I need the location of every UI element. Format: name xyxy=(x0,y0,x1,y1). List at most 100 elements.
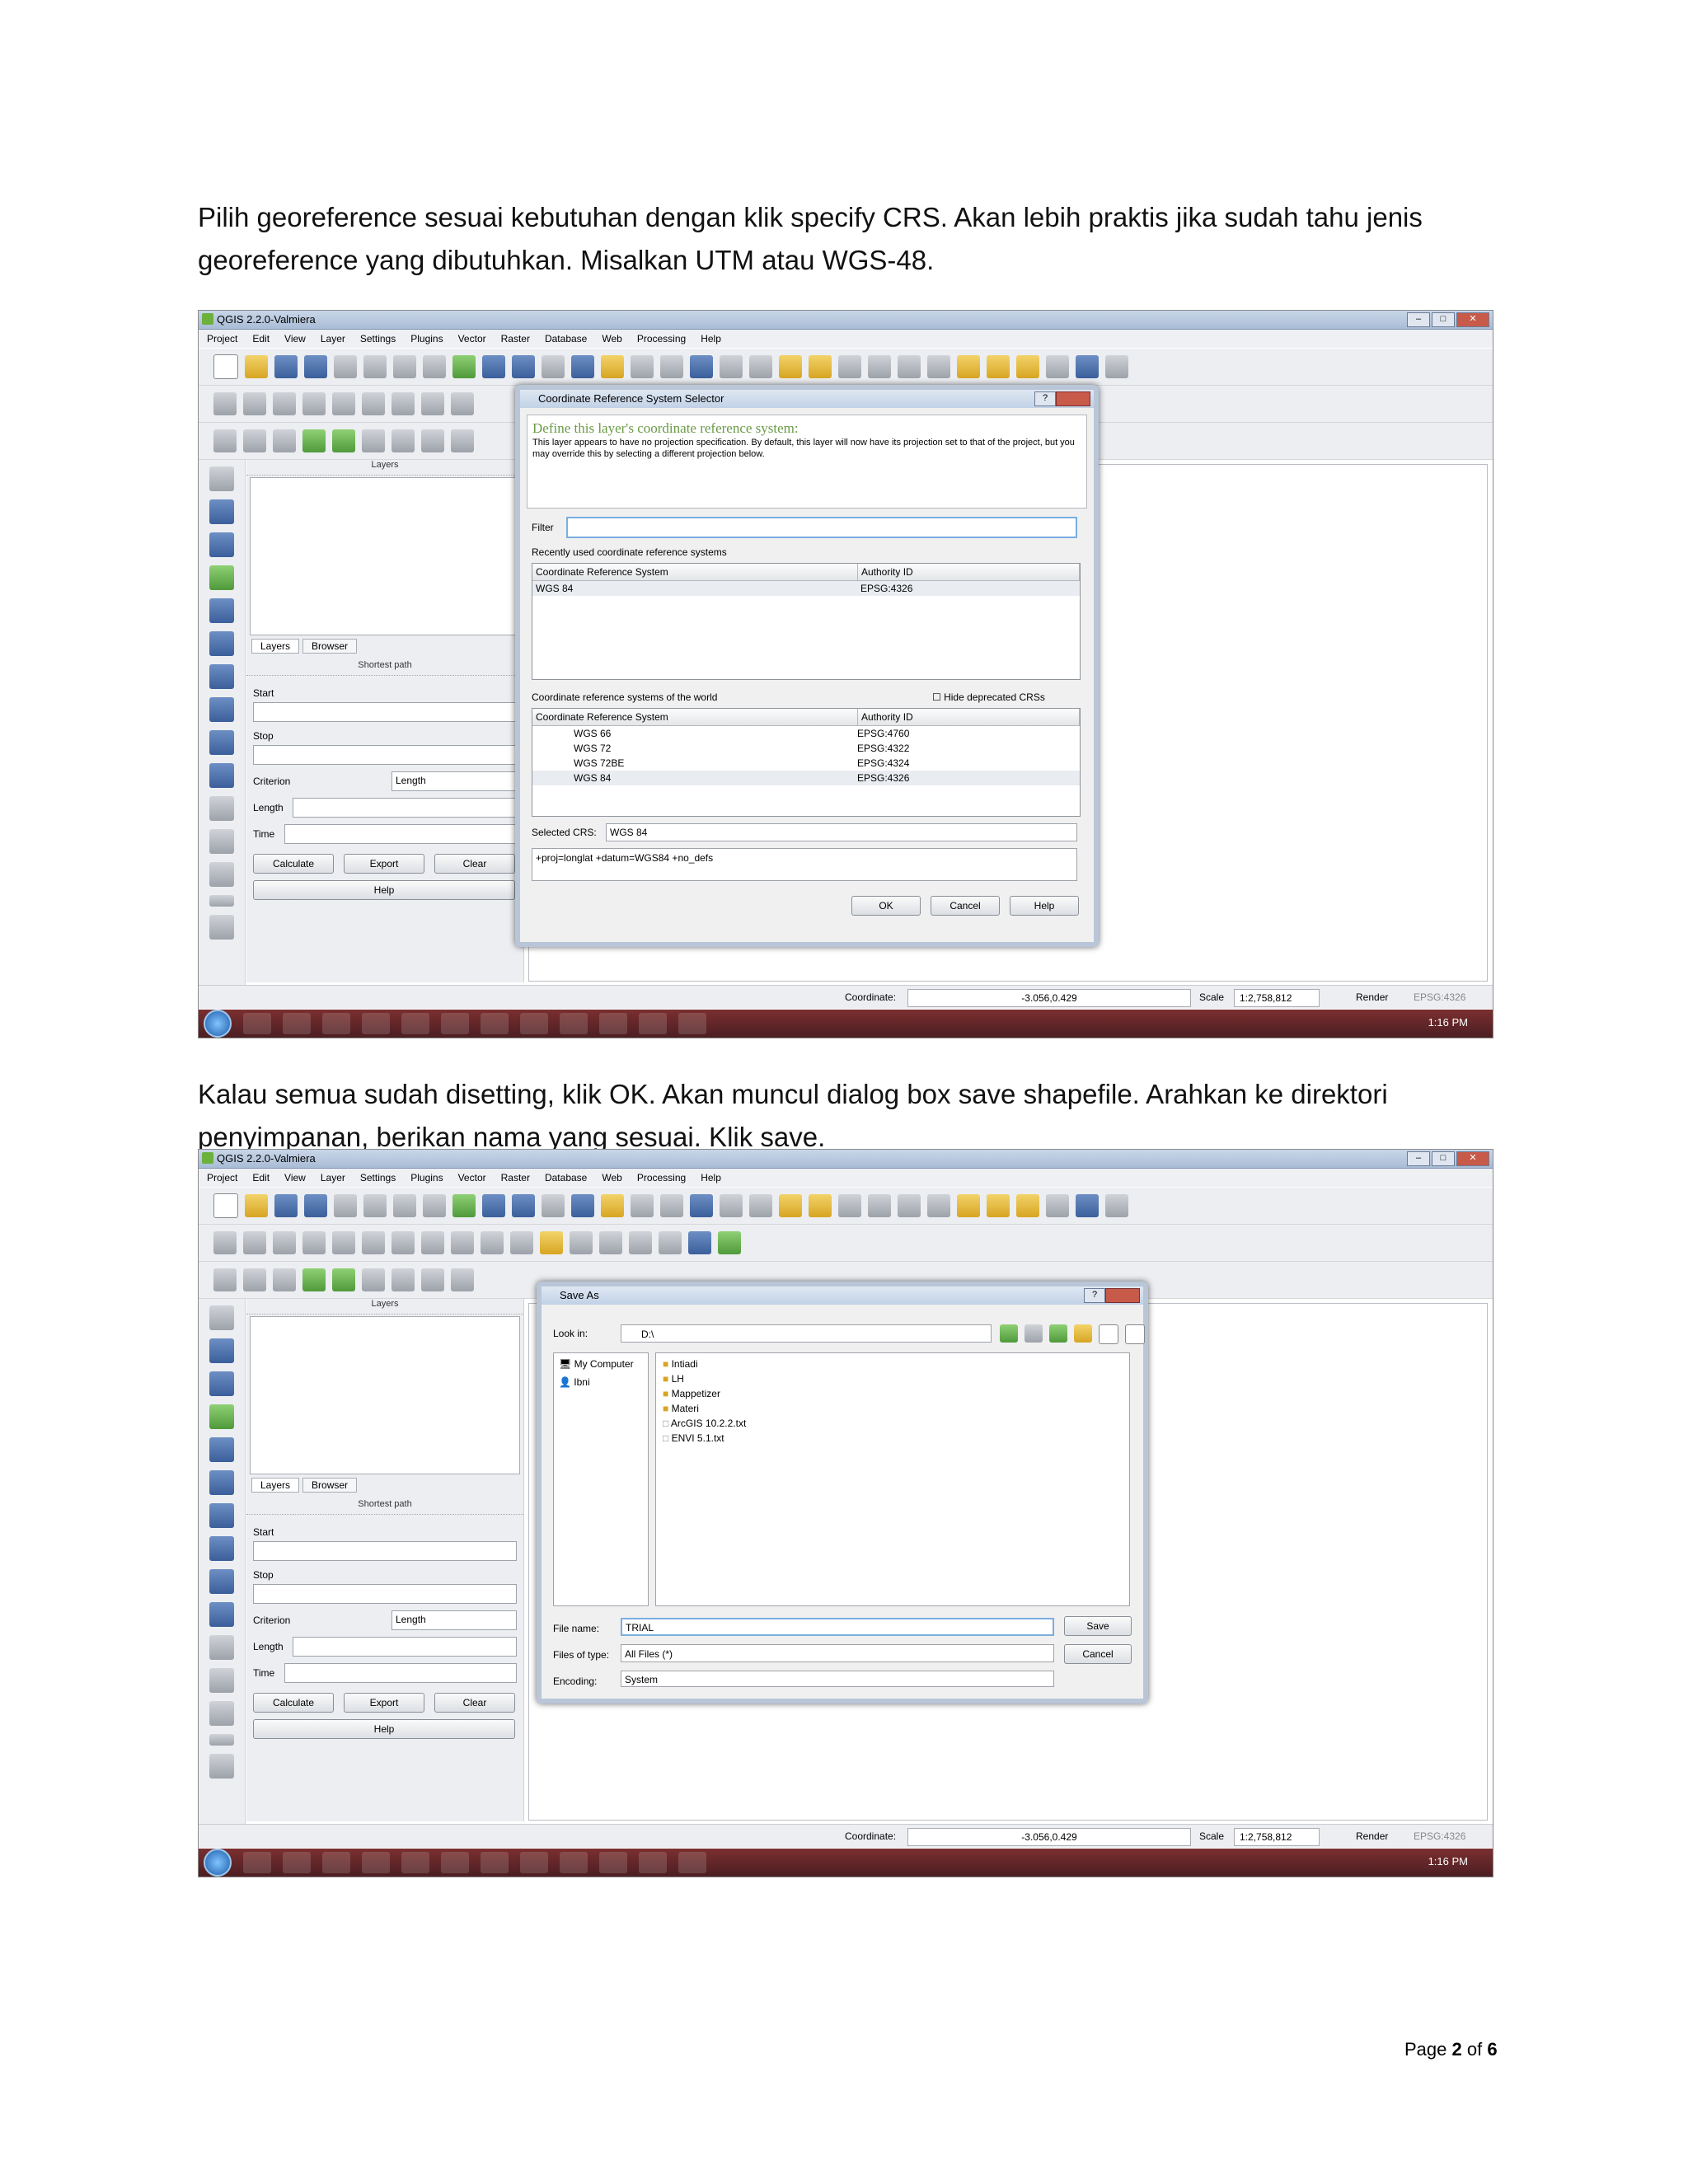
place-ibni[interactable]: 👤 Ibni xyxy=(559,1376,643,1388)
zoom-actual-icon[interactable] xyxy=(542,355,565,378)
menu-vector[interactable]: Vector xyxy=(458,1169,486,1187)
zoom-next-icon[interactable] xyxy=(660,355,683,378)
ok-button[interactable]: OK xyxy=(851,896,921,916)
copy-features-icon[interactable] xyxy=(451,1231,474,1254)
table-row[interactable]: WGS 72 EPSG:4322 xyxy=(532,741,1080,756)
criterion-select[interactable]: Length xyxy=(392,771,517,791)
save-button[interactable]: Save xyxy=(1064,1616,1132,1636)
word-icon[interactable] xyxy=(678,1013,706,1034)
app2-icon[interactable] xyxy=(401,1013,429,1034)
menu-plugins[interactable]: Plugins xyxy=(410,330,443,348)
list-item[interactable]: ■ LH xyxy=(663,1371,1123,1386)
globe-icon[interactable] xyxy=(209,1602,234,1627)
opera-icon[interactable] xyxy=(520,1852,548,1873)
new-vector-layer-icon[interactable] xyxy=(209,466,234,491)
menu-edit[interactable]: Edit xyxy=(252,1169,270,1187)
attribute-table-icon[interactable] xyxy=(868,355,891,378)
list-item[interactable]: □ ArcGIS 10.2.2.txt xyxy=(663,1416,1123,1431)
new-folder-icon[interactable] xyxy=(1074,1324,1092,1343)
wcs-layer-icon[interactable] xyxy=(209,697,234,722)
encoding-select[interactable]: System xyxy=(621,1671,1054,1687)
save-project-icon[interactable] xyxy=(274,1194,298,1217)
dialog-help-icon[interactable]: ? xyxy=(1084,1288,1105,1303)
add-wms-icon[interactable] xyxy=(392,429,415,452)
help-contents-icon[interactable] xyxy=(1076,355,1099,378)
new-shapefile-icon[interactable] xyxy=(209,1701,234,1726)
move-feature-icon[interactable] xyxy=(332,392,355,415)
deselect-icon[interactable] xyxy=(809,355,832,378)
dialog-close-icon[interactable] xyxy=(1056,391,1090,406)
save-edits-icon[interactable] xyxy=(273,1231,296,1254)
menu-processing[interactable]: Processing xyxy=(637,1169,686,1187)
export-button[interactable]: Export xyxy=(344,854,424,874)
menu-help[interactable]: Help xyxy=(701,1169,721,1187)
add-mssql-icon[interactable] xyxy=(332,429,355,452)
forward-icon[interactable] xyxy=(1025,1324,1043,1343)
statistics-icon[interactable] xyxy=(898,355,921,378)
python-console-icon[interactable] xyxy=(718,1231,741,1254)
stop-input[interactable] xyxy=(253,1584,517,1604)
list-item[interactable]: ■ Materi xyxy=(663,1401,1123,1416)
oracle-layer-icon[interactable] xyxy=(209,1470,234,1495)
identify-icon[interactable] xyxy=(720,355,743,378)
calculate-button[interactable]: Calculate xyxy=(253,1693,334,1713)
dialog-help-button[interactable]: Help xyxy=(1010,896,1079,916)
add-vector-icon[interactable] xyxy=(213,429,237,452)
delete-selected-icon[interactable] xyxy=(392,392,415,415)
tab-layers[interactable]: Layers xyxy=(251,1478,300,1493)
add-wfs-icon[interactable] xyxy=(451,1268,474,1291)
help-button[interactable]: Help xyxy=(253,1719,515,1739)
menu-database[interactable]: Database xyxy=(545,1169,587,1187)
add-oracle-icon[interactable] xyxy=(362,429,385,452)
current-edits-icon[interactable] xyxy=(243,392,266,415)
list-item[interactable]: ■ Mappetizer xyxy=(663,1386,1123,1401)
app2-icon[interactable] xyxy=(401,1852,429,1873)
maximize-button[interactable]: □ xyxy=(1432,312,1455,327)
tab-browser[interactable]: Browser xyxy=(302,639,358,654)
wcs-layer-icon[interactable] xyxy=(209,1536,234,1561)
back-icon[interactable] xyxy=(1000,1324,1018,1343)
media-player-icon[interactable] xyxy=(283,1852,311,1873)
move-feature-icon[interactable] xyxy=(332,1231,355,1254)
print-composer-icon[interactable] xyxy=(334,1194,357,1217)
toggle-edit-icon[interactable] xyxy=(213,392,237,415)
statistics-icon[interactable] xyxy=(898,1194,921,1217)
col-authority[interactable]: Authority ID xyxy=(858,564,1080,580)
node-tool-icon[interactable] xyxy=(362,1231,385,1254)
text-annotation-icon[interactable] xyxy=(1046,1194,1069,1217)
save-edits-icon[interactable] xyxy=(273,392,296,415)
help-button[interactable]: Help xyxy=(253,880,515,900)
qgis-taskbar-icon[interactable] xyxy=(639,1013,667,1034)
add-mssql-icon[interactable] xyxy=(332,1268,355,1291)
app3-icon[interactable] xyxy=(441,1013,469,1034)
detail-view-icon[interactable] xyxy=(1125,1324,1145,1344)
menu-help[interactable]: Help xyxy=(701,330,721,348)
deselect-icon[interactable] xyxy=(809,1194,832,1217)
add-postgis-icon[interactable] xyxy=(273,429,296,452)
delimited-text-icon[interactable] xyxy=(209,1668,234,1693)
gps-icon[interactable] xyxy=(209,1635,234,1660)
delimited-text-icon[interactable] xyxy=(209,829,234,854)
attribute-table-icon[interactable] xyxy=(868,1194,891,1217)
add-feature-icon[interactable] xyxy=(302,1231,326,1254)
composer-manager-icon[interactable] xyxy=(363,1194,387,1217)
layers-list[interactable] xyxy=(250,477,520,635)
print-composer-icon[interactable] xyxy=(334,355,357,378)
text-annotation-icon[interactable] xyxy=(1046,355,1069,378)
table-row[interactable]: WGS 66 EPSG:4760 xyxy=(532,726,1080,741)
add-feature-icon[interactable] xyxy=(302,392,326,415)
delete-selected-icon[interactable] xyxy=(392,1231,415,1254)
clear-button[interactable]: Clear xyxy=(434,854,515,874)
add-vector-icon[interactable] xyxy=(213,1268,237,1291)
wfs-layer-icon[interactable] xyxy=(209,1569,234,1594)
label-tool-icon[interactable] xyxy=(510,1231,533,1254)
raster-layer-icon[interactable] xyxy=(209,1338,234,1363)
new-vector-layer-icon[interactable] xyxy=(209,1305,234,1330)
export-button[interactable]: Export xyxy=(344,1693,424,1713)
save-project-icon[interactable] xyxy=(274,355,298,378)
toggle-edit-icon[interactable] xyxy=(213,1231,237,1254)
render-checkbox[interactable]: Render xyxy=(1353,989,1391,1005)
explorer-icon[interactable] xyxy=(243,1852,271,1873)
calculate-button[interactable]: Calculate xyxy=(253,854,334,874)
menu-edit[interactable]: Edit xyxy=(252,330,270,348)
